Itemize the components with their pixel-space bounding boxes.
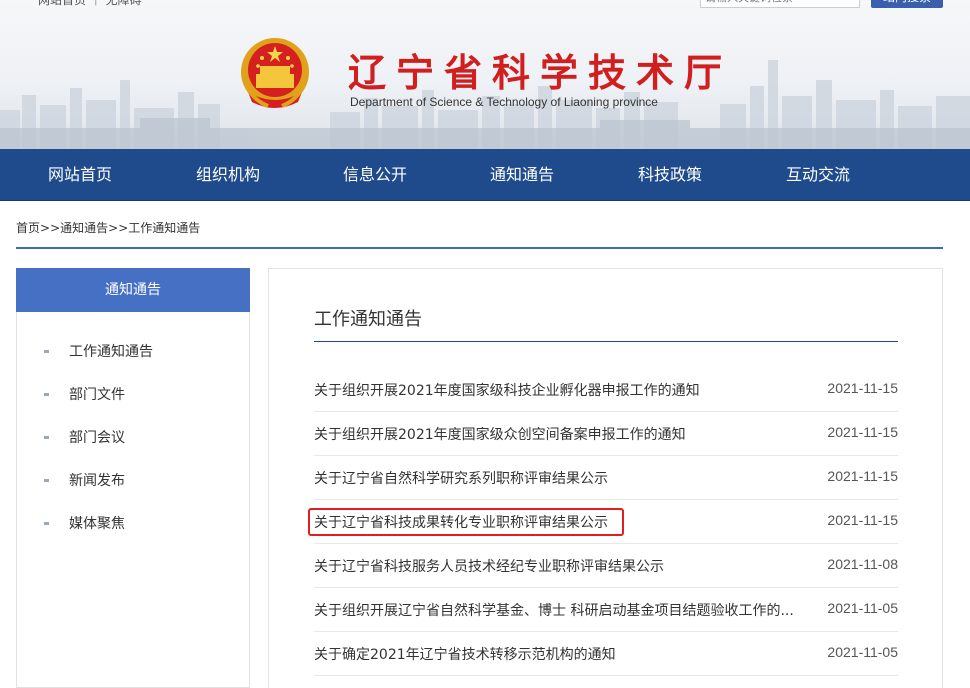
- notice-date: 2021-11-05: [827, 600, 898, 616]
- sidebar-item-media-focus[interactable]: 媒体聚焦: [17, 512, 249, 536]
- breadcrumb-section[interactable]: 通知通告: [60, 221, 108, 235]
- main-content: 工作通知通告 关于组织开展2021年度国家级科技企业孵化器申报工作的通知 202…: [268, 268, 943, 688]
- list-item: 关于组织开展2021年度国家级科技企业孵化器申报工作的通知 2021-11-15: [314, 368, 898, 412]
- notice-link[interactable]: 关于组织开展2021年度国家级众创空间备案申报工作的通知: [314, 424, 809, 444]
- list-item: 关于辽宁省科技成果转化专业职称评审结果公示 2021-11-15: [308, 500, 898, 544]
- notice-link[interactable]: 关于辽宁省科技成果转化专业职称评审结果公示: [314, 512, 809, 532]
- notice-date: 2021-11-08: [827, 556, 898, 572]
- bullet-icon: [44, 436, 49, 439]
- list-item: 关于辽宁省科技服务人员技术经纪专业职称评审结果公示 2021-11-08: [314, 544, 898, 588]
- site-header: 网站首页 ｜ 无障碍 站内搜索 辽宁省科学技术厅 Department of S…: [0, 0, 970, 150]
- sidebar-item-work-notices[interactable]: 工作通知通告: [17, 340, 249, 364]
- notice-link[interactable]: 关于辽宁省自然科学研究系列职称评审结果公示: [314, 468, 809, 488]
- nav-item-organization[interactable]: 组织机构: [158, 149, 298, 200]
- sidebar-item-department-files[interactable]: 部门文件: [17, 383, 249, 407]
- sidebar-heading: 通知通告: [16, 268, 250, 312]
- sidebar-item-department-meetings[interactable]: 部门会议: [17, 426, 249, 450]
- search-input[interactable]: [700, 0, 860, 8]
- sidebar-item-label: 媒体聚焦: [69, 516, 125, 532]
- list-item: 关于辽宁省自然科学研究系列职称评审结果公示 2021-11-15: [314, 456, 898, 500]
- nav-item-home[interactable]: 网站首页: [10, 149, 150, 200]
- breadcrumb: 首页>>通知通告>>工作通知通告: [16, 219, 200, 236]
- site-subtitle: Department of Science & Technology of Li…: [350, 95, 658, 109]
- page-title: 工作通知通告: [314, 309, 422, 330]
- list-item: 关于组织开展辽宁省自然科学基金、博士 科研启动基金项目结题验收工作的... 20…: [314, 588, 898, 632]
- notice-link[interactable]: 关于组织开展2021年度国家级科技企业孵化器申报工作的通知: [314, 380, 809, 400]
- list-item: 关于组织开展2021年度国家级众创空间备案申报工作的通知 2021-11-15: [314, 412, 898, 456]
- nav-item-info-disclosure[interactable]: 信息公开: [305, 149, 445, 200]
- national-emblem-icon: [241, 38, 309, 108]
- breadcrumb-current[interactable]: 工作通知通告: [128, 221, 200, 235]
- notice-link[interactable]: 关于确定2021年辽宁省技术转移示范机构的通知: [314, 644, 809, 664]
- bullet-icon: [44, 350, 49, 353]
- nav-item-notices[interactable]: 通知通告: [452, 149, 592, 200]
- notice-date: 2021-11-15: [827, 424, 898, 440]
- sidebar: 通知通告 工作通知通告 部门文件 部门会议 新闻发布 媒体聚焦: [16, 268, 250, 688]
- notice-link[interactable]: 关于组织开展辽宁省自然科学基金、博士 科研启动基金项目结题验收工作的...: [314, 600, 809, 620]
- notice-date: 2021-11-15: [827, 380, 898, 396]
- notice-date: 2021-11-15: [827, 512, 898, 528]
- sidebar-item-press-releases[interactable]: 新闻发布: [17, 469, 249, 493]
- notice-date: 2021-11-05: [827, 644, 898, 660]
- breadcrumb-separator: >>: [108, 221, 129, 235]
- breadcrumb-home[interactable]: 首页: [16, 221, 40, 235]
- bullet-icon: [44, 479, 49, 482]
- title-divider: [314, 341, 898, 342]
- bullet-icon: [44, 522, 49, 525]
- sidebar-item-label: 部门文件: [69, 387, 125, 403]
- search-button[interactable]: 站内搜索: [871, 0, 943, 8]
- sidebar-item-label: 工作通知通告: [69, 344, 153, 360]
- breadcrumb-separator: >>: [40, 221, 61, 235]
- site-title: 辽宁省科学技术厅: [348, 50, 733, 95]
- nav-item-interaction[interactable]: 互动交流: [748, 149, 888, 200]
- sidebar-item-label: 部门会议: [69, 430, 125, 446]
- nav-item-policy[interactable]: 科技政策: [600, 149, 740, 200]
- main-nav: 网站首页 组织机构 信息公开 通知通告 科技政策 互动交流: [0, 149, 970, 201]
- bullet-icon: [44, 393, 49, 396]
- notice-date: 2021-11-15: [827, 468, 898, 484]
- list-item: 关于确定2021年辽宁省技术转移示范机构的通知 2021-11-05: [314, 632, 898, 676]
- notice-link[interactable]: 关于辽宁省科技服务人员技术经纪专业职称评审结果公示: [314, 556, 809, 576]
- sidebar-item-label: 新闻发布: [69, 473, 125, 489]
- breadcrumb-divider: [16, 247, 943, 249]
- topbar-links[interactable]: 网站首页 ｜ 无障碍: [38, 0, 142, 8]
